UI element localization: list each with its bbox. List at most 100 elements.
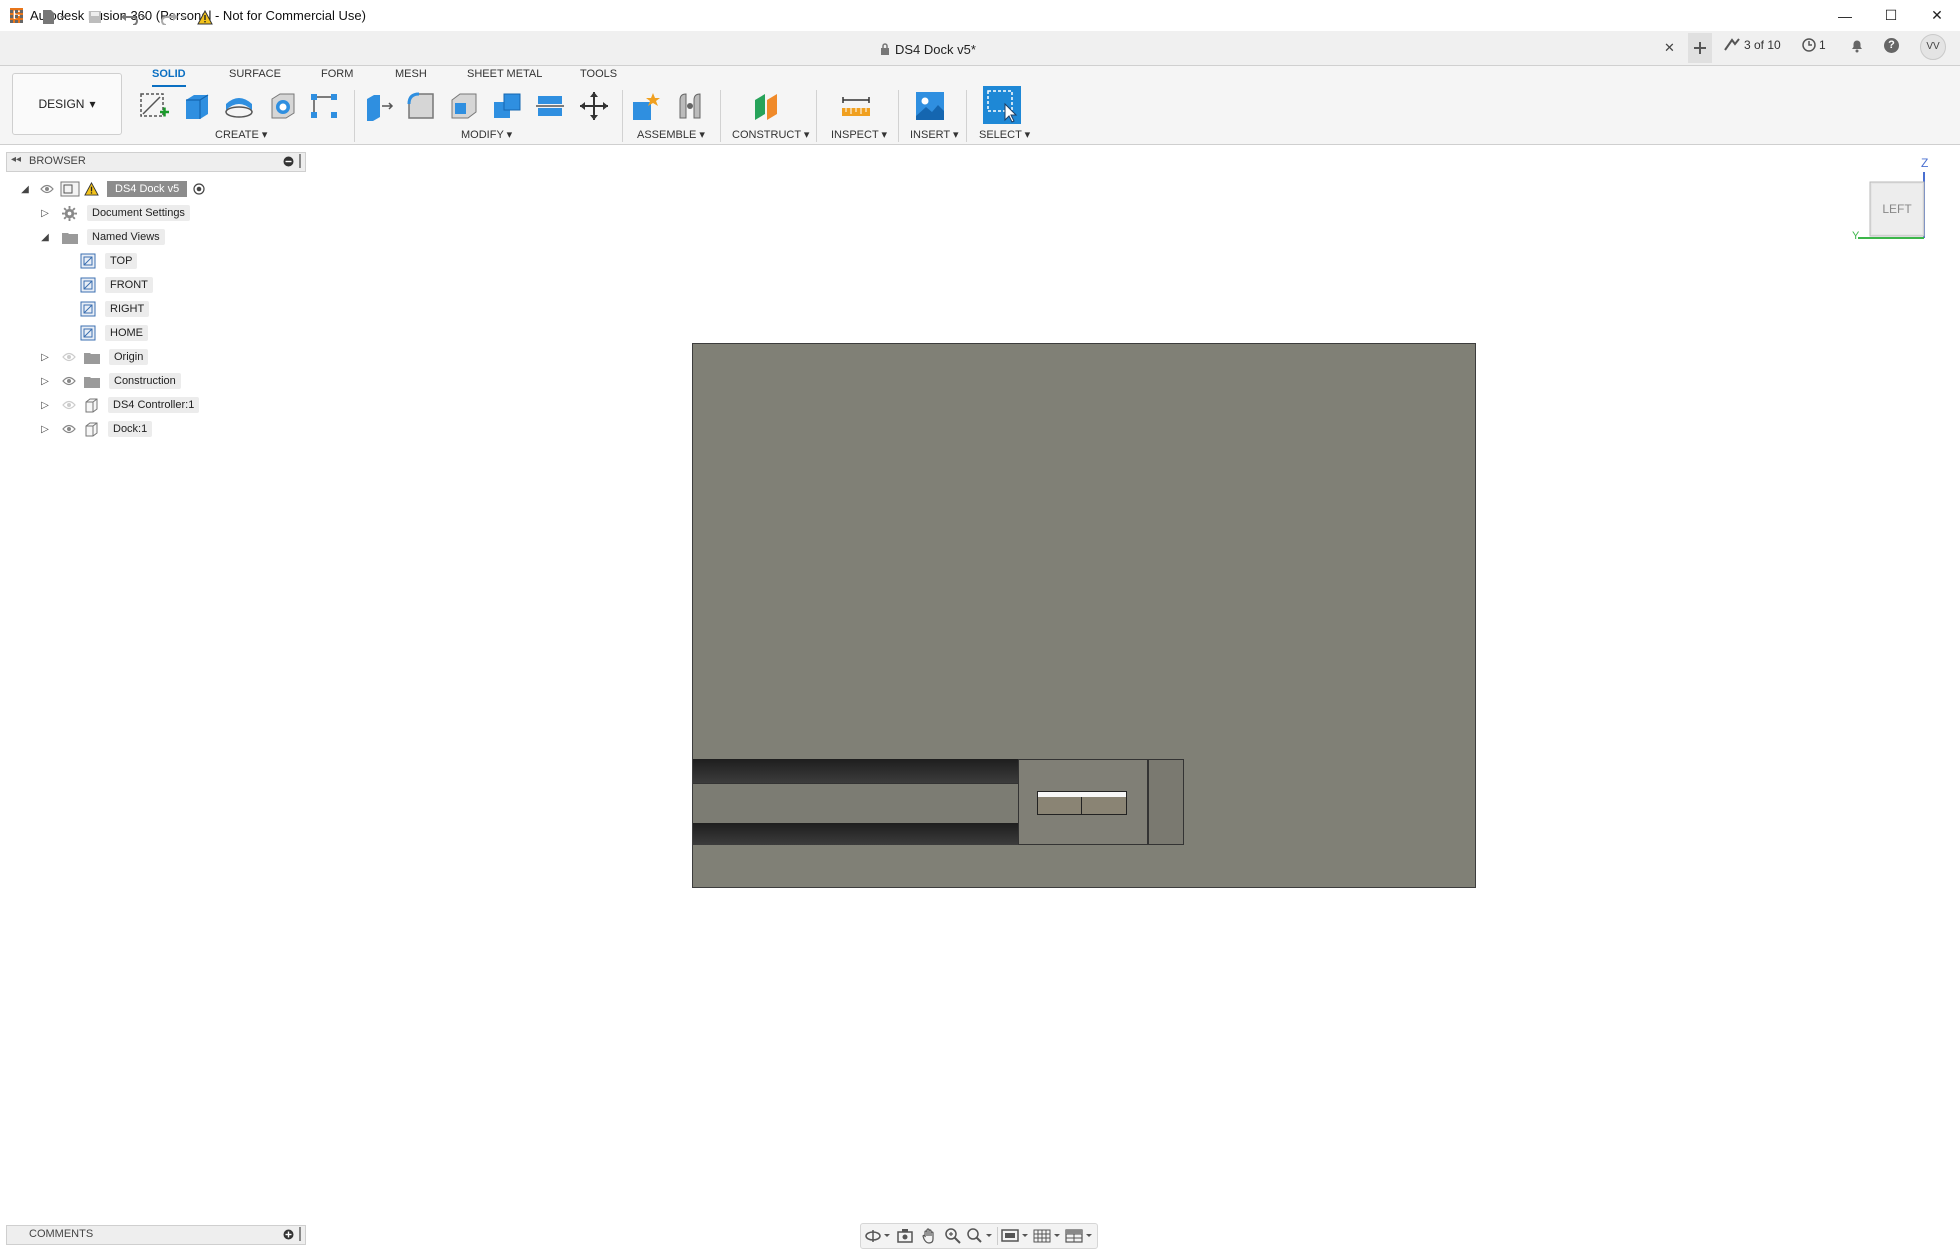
zoom-icon[interactable] (945, 1228, 961, 1244)
shell-icon[interactable] (448, 90, 480, 122)
plus-circle-icon[interactable] (283, 1229, 294, 1240)
browser-item-document-settings[interactable]: ▷ Document Settings (40, 202, 190, 224)
insert-image-icon[interactable] (914, 90, 946, 122)
offset-plane-icon[interactable] (751, 90, 783, 122)
viewcube[interactable]: Z Y LEFT (1844, 152, 1944, 252)
browser-item-named-views[interactable]: ◢ Named Views (40, 226, 165, 248)
tab-form[interactable]: FORM (321, 68, 353, 85)
select-group-menu[interactable]: SELECT ▾ (979, 128, 1030, 141)
job-status[interactable]: 3 of 10 (1724, 38, 1781, 52)
move-copy-icon[interactable] (578, 90, 610, 122)
minus-circle-icon[interactable] (283, 156, 294, 167)
viewcube-face-label[interactable]: LEFT (1870, 202, 1924, 216)
expanded-triangle-icon[interactable]: ◢ (40, 232, 50, 243)
named-view-home[interactable]: HOME (80, 322, 148, 344)
display-settings-icon[interactable] (1001, 1228, 1029, 1244)
file-menu-icon[interactable] (38, 5, 70, 29)
maximize-button[interactable]: ☐ (1868, 0, 1914, 31)
modify-group-menu[interactable]: MODIFY ▾ (461, 128, 512, 141)
browser-panel-header[interactable]: ◂◂ BROWSER (6, 152, 306, 172)
named-view-front[interactable]: FRONT (80, 274, 153, 296)
fit-view-icon[interactable] (967, 1228, 993, 1244)
extrude-icon[interactable] (180, 90, 212, 122)
create-group-menu[interactable]: CREATE ▾ (215, 128, 267, 141)
browser-item-origin[interactable]: ▷ Origin (40, 346, 149, 368)
hole-icon[interactable] (266, 90, 298, 122)
pan-hand-icon[interactable] (921, 1228, 937, 1244)
named-view-icon (80, 325, 96, 341)
collapsed-triangle-icon[interactable]: ▷ (40, 424, 50, 435)
close-window-button[interactable]: ✕ (1914, 0, 1960, 31)
named-view-top[interactable]: TOP (80, 250, 138, 272)
folder-icon (84, 352, 100, 364)
tab-sheet-metal[interactable]: SHEET METAL (467, 68, 542, 85)
minimize-button[interactable]: — (1822, 0, 1868, 31)
insert-group-menu[interactable]: INSERT ▾ (910, 128, 959, 141)
close-tab-button[interactable]: ✕ (1664, 40, 1675, 56)
jobs-icon (1724, 38, 1740, 51)
comments-panel-header[interactable]: COMMENTS (6, 1225, 306, 1245)
collapsed-triangle-icon[interactable]: ▷ (40, 400, 50, 411)
clock-icon (1802, 38, 1816, 52)
assemble-group-menu[interactable]: ASSEMBLE ▾ (637, 128, 705, 141)
document-tab[interactable]: DS4 Dock v5* (880, 38, 976, 60)
browser-item-ds4-controller[interactable]: ▷ DS4 Controller:1 (40, 394, 200, 416)
browser-item-construction[interactable]: ▷ Construction (40, 370, 181, 392)
viewports-icon[interactable] (1065, 1228, 1093, 1244)
collapsed-triangle-icon[interactable]: ▷ (40, 352, 50, 363)
eye-icon[interactable] (40, 184, 54, 194)
panel-resize-handle[interactable] (299, 154, 301, 168)
warning-icon (84, 182, 99, 196)
user-avatar[interactable]: VV (1920, 34, 1946, 60)
new-component-icon[interactable] (630, 90, 662, 122)
workspace-switcher-button[interactable]: DESIGN ▾ (12, 73, 122, 135)
pattern-icon[interactable] (308, 90, 340, 122)
model-body[interactable] (692, 343, 1476, 888)
inspect-group-menu[interactable]: INSPECT ▾ (831, 128, 887, 141)
panel-resize-handle[interactable] (299, 1227, 301, 1241)
named-view-right[interactable]: RIGHT (80, 298, 150, 320)
history-status[interactable]: 1 (1802, 38, 1826, 52)
collapsed-triangle-icon[interactable]: ▷ (40, 208, 50, 219)
grid-settings-icon[interactable] (1033, 1228, 1061, 1244)
select-tool-button[interactable] (983, 86, 1021, 124)
warning-icon[interactable] (194, 5, 216, 29)
orbit-icon[interactable] (865, 1228, 891, 1244)
eye-icon[interactable] (62, 424, 76, 434)
combine-icon[interactable] (491, 90, 523, 122)
redo-icon[interactable] (158, 5, 190, 29)
activate-radio-icon[interactable] (193, 183, 205, 195)
press-pull-icon[interactable] (362, 90, 394, 122)
help-icon[interactable]: ? (1884, 38, 1899, 53)
fillet-icon[interactable] (405, 90, 437, 122)
undo-icon[interactable] (118, 5, 150, 29)
create-sketch-icon[interactable] (138, 90, 170, 122)
construct-group-menu[interactable]: CONSTRUCT ▾ (732, 128, 809, 141)
data-panel-grid-icon[interactable] (6, 5, 28, 29)
comments-title: COMMENTS (29, 1228, 94, 1240)
eye-icon[interactable] (62, 376, 76, 386)
browser-root-row[interactable]: ◢ DS4 Dock v5 (20, 178, 205, 200)
named-view-icon (80, 253, 96, 269)
collapse-panel-icon[interactable]: ◂◂ (11, 154, 21, 165)
save-icon[interactable] (84, 5, 106, 29)
browser-item-label: Construction (109, 373, 181, 389)
eye-hidden-icon[interactable] (62, 400, 76, 410)
look-at-icon[interactable] (897, 1228, 913, 1244)
revolve-icon[interactable] (223, 90, 255, 122)
new-tab-button[interactable] (1688, 33, 1712, 63)
tab-solid[interactable]: SOLID (152, 68, 186, 87)
expanded-triangle-icon[interactable]: ◢ (20, 184, 30, 195)
model-port-divider (1081, 797, 1082, 814)
tab-surface[interactable]: SURFACE (229, 68, 281, 85)
notifications-bell-icon[interactable] (1850, 38, 1864, 58)
eye-hidden-icon[interactable] (62, 352, 76, 362)
split-body-icon[interactable] (534, 90, 566, 122)
tab-mesh[interactable]: MESH (395, 68, 427, 85)
ribbon-separator (898, 90, 899, 142)
browser-item-dock[interactable]: ▷ Dock:1 (40, 418, 153, 440)
joint-icon[interactable] (674, 90, 706, 122)
measure-icon[interactable] (840, 90, 872, 122)
collapsed-triangle-icon[interactable]: ▷ (40, 376, 50, 387)
tab-tools[interactable]: TOOLS (580, 68, 617, 85)
